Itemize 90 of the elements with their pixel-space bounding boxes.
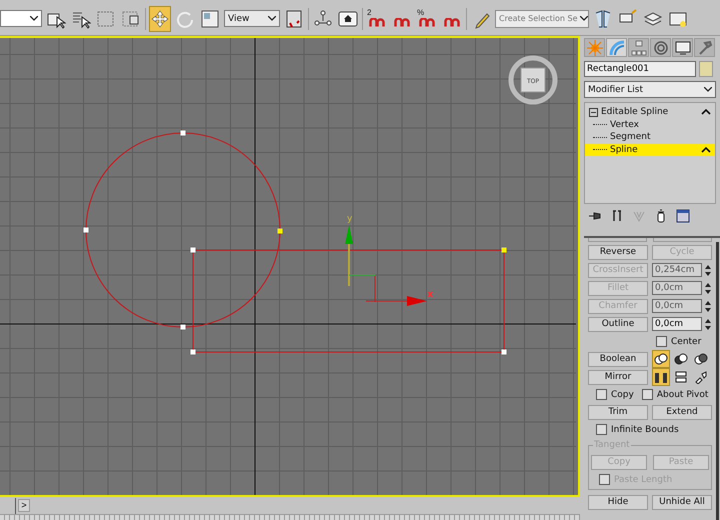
checkbox-label: About Pivot bbox=[656, 390, 708, 400]
rollout-button[interactable]: Boolean bbox=[588, 352, 648, 366]
vertex-handle[interactable] bbox=[502, 248, 506, 252]
spinner-arrows-icon[interactable] bbox=[705, 264, 711, 276]
v-icon bbox=[632, 209, 646, 223]
x-axis-label: x bbox=[427, 289, 434, 300]
hierarchy-icon bbox=[630, 40, 646, 56]
scale-box-icon bbox=[200, 8, 220, 28]
vertex-handle[interactable] bbox=[180, 130, 186, 136]
checkbox[interactable] bbox=[596, 389, 607, 400]
caret-icon bbox=[268, 16, 276, 21]
magnet-icon bbox=[369, 18, 385, 28]
stack-item[interactable]: Editable Spline bbox=[585, 106, 715, 118]
rollout-button[interactable]: Trim bbox=[588, 404, 648, 420]
operation-button[interactable] bbox=[652, 350, 670, 368]
checkbox[interactable] bbox=[596, 424, 607, 435]
mirror-icon bbox=[593, 8, 613, 28]
caret-icon bbox=[704, 87, 712, 92]
snap-tool-button[interactable]: 2 bbox=[366, 6, 388, 32]
operation-button[interactable] bbox=[652, 368, 670, 386]
vertex-handle[interactable] bbox=[84, 228, 88, 232]
stack-item-label: Editable Spline bbox=[601, 107, 670, 118]
rollout-button[interactable]: Mirror bbox=[588, 370, 648, 384]
caret-icon bbox=[30, 16, 38, 21]
y-axis-label: y bbox=[347, 214, 352, 224]
monitor-icon bbox=[674, 40, 690, 56]
collapse-icon[interactable] bbox=[589, 108, 598, 117]
display-tab[interactable] bbox=[672, 38, 693, 57]
selection-set-field[interactable]: Create Selection Se bbox=[495, 10, 589, 28]
move-tool-button[interactable] bbox=[149, 6, 171, 32]
object-name-field[interactable]: Rectangle001 bbox=[584, 61, 696, 77]
checkbox[interactable] bbox=[642, 389, 653, 400]
rollout-button[interactable]: Reverse bbox=[588, 244, 648, 260]
rollout-button[interactable]: Hide bbox=[588, 494, 648, 510]
circle-icon bbox=[652, 40, 668, 56]
vertex-handle[interactable] bbox=[190, 350, 196, 354]
spinner-arrows-icon[interactable] bbox=[705, 282, 711, 294]
show-result-button[interactable] bbox=[610, 209, 624, 223]
rollout-button[interactable]: Unhide All bbox=[652, 494, 712, 510]
checkbox-label: Center bbox=[671, 336, 702, 346]
overlap-icon bbox=[694, 352, 708, 366]
dashed-square-icon bbox=[121, 8, 141, 28]
modify-tab[interactable] bbox=[606, 38, 627, 57]
vertex-handle[interactable] bbox=[502, 350, 506, 354]
configure-button[interactable] bbox=[676, 209, 690, 223]
hammer-icon bbox=[696, 40, 712, 56]
sub-object-item[interactable]: Vertex bbox=[585, 118, 715, 131]
viewcube[interactable] bbox=[508, 56, 558, 104]
mirror-icon bbox=[674, 370, 688, 384]
sub-object-item[interactable]: Segment bbox=[585, 131, 715, 144]
checkbox-label: Infinite Bounds bbox=[611, 424, 679, 434]
chevron-icon bbox=[701, 146, 711, 153]
spinner-magnet-icon bbox=[444, 18, 460, 28]
fork-icon bbox=[610, 209, 624, 223]
chevron-icon bbox=[701, 109, 711, 116]
overlap-icon bbox=[654, 352, 668, 366]
dashed-rectangle-icon bbox=[96, 8, 116, 28]
view-dropdown[interactable] bbox=[0, 10, 42, 27]
spinner-field[interactable]: 0,0cm bbox=[652, 317, 702, 331]
rollout-button[interactable]: Outline bbox=[588, 316, 648, 332]
track-bar[interactable] bbox=[0, 515, 580, 520]
sunburst-icon bbox=[586, 40, 602, 56]
hierarchy-tab[interactable] bbox=[628, 38, 649, 57]
spinner-arrows-icon[interactable] bbox=[705, 318, 711, 330]
window-icon bbox=[676, 209, 690, 223]
modifier-list-dropdown[interactable]: Modifier List bbox=[584, 81, 716, 98]
vertex-handle[interactable] bbox=[190, 248, 196, 252]
angle-magnet-icon bbox=[394, 18, 410, 28]
overlap-icon bbox=[674, 352, 688, 366]
spinner-arrows-icon[interactable] bbox=[705, 300, 711, 312]
rollout-button[interactable]: Extend bbox=[652, 404, 712, 420]
sub-object-item[interactable]: Spline bbox=[585, 144, 715, 156]
next-frame-button[interactable]: > bbox=[18, 499, 30, 512]
pivot-icon bbox=[284, 8, 304, 28]
checkbox[interactable] bbox=[656, 336, 667, 347]
vertex-handle[interactable] bbox=[180, 324, 186, 330]
scrollbar[interactable] bbox=[716, 242, 719, 520]
checkbox-label: Copy bbox=[611, 390, 634, 400]
view-dropdown[interactable]: View bbox=[224, 10, 280, 27]
move-icon bbox=[150, 8, 170, 28]
arc-icon bbox=[608, 40, 624, 56]
object-color-swatch[interactable] bbox=[699, 61, 713, 77]
mirror-icon bbox=[694, 370, 708, 384]
percent-snap-tool-button[interactable]: % bbox=[416, 6, 438, 32]
vertex-handle[interactable] bbox=[278, 228, 282, 234]
caret-icon bbox=[580, 16, 588, 21]
motion-tab[interactable] bbox=[650, 38, 671, 57]
magnet-icon bbox=[419, 18, 435, 28]
mirror-icon bbox=[654, 370, 668, 384]
nodes-icon bbox=[313, 8, 333, 28]
